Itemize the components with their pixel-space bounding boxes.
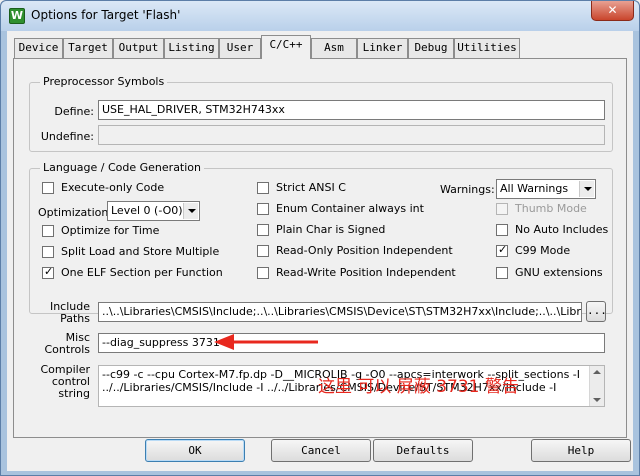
read-only-pi-box[interactable] [257,245,269,257]
tab-user[interactable]: User [219,38,261,58]
optimize-time-label: Optimize for Time [61,224,160,237]
help-button[interactable]: Help [531,439,631,462]
include-paths-browse-button[interactable]: ... [586,301,607,322]
scroll-up-icon[interactable] [593,370,601,374]
gnu-extensions-box[interactable] [496,267,508,279]
thumb-mode-box [496,203,508,215]
misc-controls-input[interactable]: --diag_suppress 3731 [98,333,605,353]
c99-mode-box[interactable] [496,243,508,257]
keil-app-icon: W [9,8,25,24]
chevron-down-icon[interactable] [579,181,594,197]
define-label: Define: [54,105,94,118]
strict-ansi-box[interactable] [257,182,269,194]
compiler-control-label-line3: string [58,387,90,400]
no-auto-includes-box[interactable] [496,224,508,236]
one-elf-label: One ELF Section per Function [61,266,223,279]
misc-controls-label: Misc Controls [28,332,91,356]
cancel-button[interactable]: Cancel [271,439,371,462]
optimization-label: Optimization: [38,206,113,219]
warnings-select[interactable]: All Warnings [496,179,596,199]
c99-mode-label: C99 Mode [515,244,571,257]
split-load-label: Split Load and Store Multiple [61,245,220,258]
no-auto-includes-label: No Auto Includes [515,223,609,236]
optimize-time-box[interactable] [42,225,54,237]
misc-controls-label-line2: Controls [44,343,91,356]
title-bar[interactable]: W Options for Target 'Flash' ✕ [1,1,639,31]
dialog-client: Device Target Output Listing User C/C++ … [7,31,633,471]
options-dialog: W Options for Target 'Flash' ✕ Device Ta… [0,0,640,476]
tab-device[interactable]: Device [14,38,63,58]
tab-listing[interactable]: Listing [164,38,219,58]
tab-linker[interactable]: Linker [357,38,408,58]
tab-asm[interactable]: Asm [311,38,357,58]
tab-output[interactable]: Output [113,38,164,58]
include-paths-label-line2: Paths [60,312,90,325]
tab-utilities[interactable]: Utilities [454,38,520,58]
plain-char-label: Plain Char is Signed [276,223,386,236]
language-group-title: Language / Code Generation [40,161,205,174]
execute-only-label: Execute-only Code [61,181,165,194]
strict-ansi-label: Strict ANSI C [276,181,346,194]
close-button[interactable]: ✕ [591,1,634,21]
thumb-mode-label: Thumb Mode [515,202,587,215]
read-write-pi-label: Read-Write Position Independent [276,266,456,279]
compiler-control-label: Compiler control string [28,364,90,400]
include-paths-label: Include Paths [28,301,90,325]
gnu-extensions-label: GNU extensions [515,266,603,279]
undefine-label: Undefine: [40,130,94,143]
optimization-value: Level 0 (-O0) [111,204,183,217]
scroll-down-icon[interactable] [593,398,601,402]
tab-target[interactable]: Target [63,38,113,58]
one-elf-box[interactable] [42,265,54,279]
compiler-control-scrollbar[interactable] [589,366,604,406]
preprocessor-group-title: Preprocessor Symbols [40,75,168,88]
annotation-text: 这里 可以 屏蔽 3731 警告 [318,377,519,397]
define-input[interactable]: USE_HAL_DRIVER, STM32H743xx [98,100,605,120]
optimization-select[interactable]: Level 0 (-O0) [107,201,200,221]
include-paths-input[interactable]: ..\..\Libraries\CMSIS\Include;..\..\Libr… [98,302,582,322]
enum-container-box[interactable] [257,203,269,215]
undefine-input[interactable] [98,125,605,145]
warnings-value: All Warnings [500,182,569,195]
defaults-button[interactable]: Defaults [373,439,473,462]
execute-only-box[interactable] [42,182,54,194]
warnings-label: Warnings: [440,183,495,196]
plain-char-box[interactable] [257,224,269,236]
tab-c-cpp[interactable]: C/C++ [261,35,311,59]
tab-debug[interactable]: Debug [408,38,454,58]
read-only-pi-label: Read-Only Position Independent [276,244,453,257]
ok-button[interactable]: OK [145,439,245,462]
window-title: Options for Target 'Flash' [31,8,181,22]
read-write-pi-box[interactable] [257,267,269,279]
split-load-box[interactable] [42,246,54,258]
enum-container-label: Enum Container always int [276,202,424,215]
chevron-down-icon[interactable] [183,203,198,219]
